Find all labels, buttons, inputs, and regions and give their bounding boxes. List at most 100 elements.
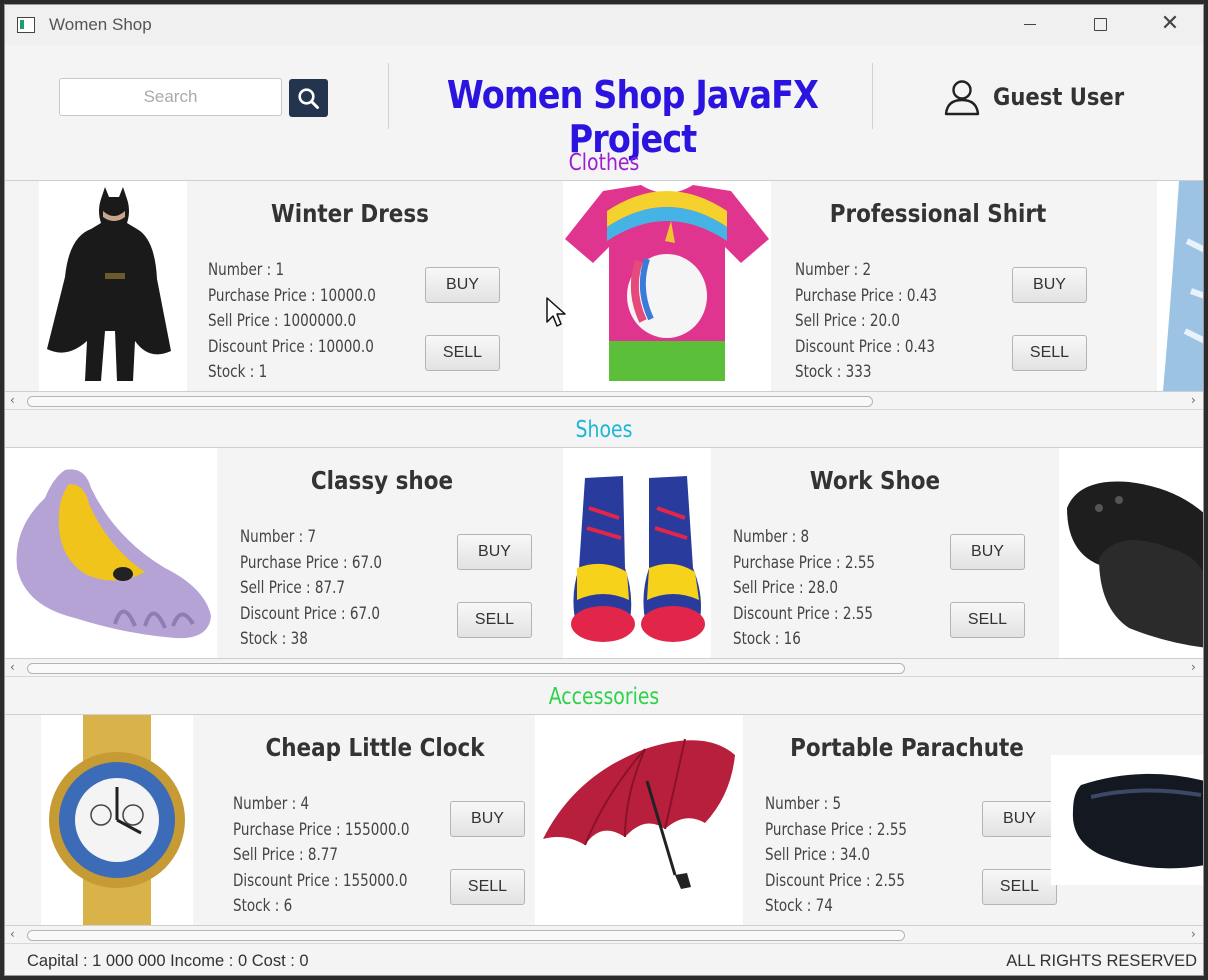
section-title-clothes: Clothes bbox=[568, 150, 640, 176]
product-name: Cheap Little Clock bbox=[265, 733, 485, 762]
close-icon: ✕ bbox=[1160, 11, 1180, 36]
product-stock: Stock : 1 bbox=[208, 362, 268, 381]
sell-button[interactable]: SELL bbox=[450, 869, 525, 905]
scroll-left-icon[interactable]: ‹ bbox=[10, 927, 15, 941]
product-sell-price: Sell Price : 34.0 bbox=[765, 845, 871, 864]
header-divider-left bbox=[388, 63, 389, 129]
product-discount-price: Discount Price : 2.55 bbox=[765, 870, 906, 890]
clothes-strip[interactable]: Winter Dress Number : 1 Purchase Price :… bbox=[5, 180, 1203, 392]
product-sell-price: Sell Price : 1000000.0 bbox=[208, 311, 357, 330]
product-sell-price: Sell Price : 20.0 bbox=[795, 311, 901, 330]
product-details: Number : 7 Purchase Price : 67.0 Sell Pr… bbox=[240, 524, 382, 652]
minimize-button[interactable] bbox=[995, 5, 1065, 45]
sell-button[interactable]: SELL bbox=[982, 869, 1057, 905]
product-image-goggles bbox=[1051, 755, 1203, 885]
product-details: Number : 8 Purchase Price : 2.55 Sell Pr… bbox=[733, 524, 875, 652]
cursor-icon bbox=[546, 297, 566, 327]
copyright-text: ALL RIGHTS RESERVED bbox=[1006, 952, 1197, 970]
scroll-left-icon[interactable]: ‹ bbox=[10, 660, 15, 674]
finance-status: Capital : 1 000 000 Income : 0 Cost : 0 bbox=[27, 952, 309, 970]
sell-button[interactable]: SELL bbox=[1012, 335, 1087, 371]
product-discount-price: Discount Price : 155000.0 bbox=[233, 870, 408, 890]
scroll-right-icon[interactable]: › bbox=[1191, 393, 1196, 407]
minimize-icon bbox=[1024, 23, 1036, 25]
scroll-thumb[interactable] bbox=[27, 930, 905, 941]
shoes-strip[interactable]: Classy shoe Number : 7 Purchase Price : … bbox=[5, 447, 1203, 659]
product-name: Professional Shirt bbox=[829, 199, 1047, 228]
scroll-left-icon[interactable]: ‹ bbox=[10, 393, 15, 407]
product-number: Number : 8 bbox=[733, 527, 810, 546]
product-purchase-price: Purchase Price : 67.0 bbox=[240, 552, 383, 572]
product-purchase-price: Purchase Price : 10000.0 bbox=[208, 285, 376, 305]
scroll-thumb[interactable] bbox=[27, 663, 905, 674]
scroll-right-icon[interactable]: › bbox=[1191, 660, 1196, 674]
product-stock: Stock : 16 bbox=[733, 629, 801, 648]
maximize-icon bbox=[1093, 17, 1107, 31]
accessories-scrollbar[interactable]: ‹ › bbox=[5, 926, 1203, 944]
buy-button[interactable]: BUY bbox=[982, 801, 1057, 837]
maximize-button[interactable] bbox=[1065, 5, 1135, 45]
search-input[interactable] bbox=[59, 78, 282, 116]
section-title-shoes: Shoes bbox=[575, 417, 633, 443]
product-image-professional-shirt bbox=[563, 181, 771, 391]
search-icon bbox=[298, 88, 319, 109]
buy-button[interactable]: BUY bbox=[457, 534, 532, 570]
search-button[interactable] bbox=[289, 79, 328, 117]
product-number: Number : 2 bbox=[795, 260, 872, 279]
product-image-winter-dress bbox=[39, 181, 187, 391]
product-discount-price: Discount Price : 67.0 bbox=[240, 603, 381, 623]
product-stock: Stock : 38 bbox=[240, 629, 308, 648]
header-divider-right bbox=[872, 63, 873, 129]
user-icon bbox=[944, 80, 980, 116]
product-image-umbrella bbox=[535, 715, 743, 925]
product-sell-price: Sell Price : 87.7 bbox=[240, 578, 346, 597]
product-number: Number : 7 bbox=[240, 527, 317, 546]
product-image-classy-shoe bbox=[5, 448, 217, 658]
product-name: Portable Parachute bbox=[790, 733, 1024, 762]
close-button[interactable]: ✕ bbox=[1135, 5, 1203, 45]
product-name: Work Shoe bbox=[809, 466, 941, 495]
app-icon bbox=[17, 17, 35, 33]
scroll-right-icon[interactable]: › bbox=[1191, 927, 1196, 941]
product-sell-price: Sell Price : 8.77 bbox=[233, 845, 339, 864]
product-purchase-price: Purchase Price : 2.55 bbox=[733, 552, 876, 572]
user-name: Guest User bbox=[993, 83, 1125, 111]
buy-button[interactable]: BUY bbox=[425, 267, 500, 303]
sell-button[interactable]: SELL bbox=[457, 602, 532, 638]
product-stock: Stock : 333 bbox=[795, 362, 872, 381]
buy-button[interactable]: BUY bbox=[450, 801, 525, 837]
accessories-strip[interactable]: Cheap Little Clock Number : 4 Purchase P… bbox=[5, 714, 1203, 926]
scroll-thumb[interactable] bbox=[27, 396, 873, 407]
product-discount-price: Discount Price : 10000.0 bbox=[208, 336, 374, 356]
buy-button[interactable]: BUY bbox=[1012, 267, 1087, 303]
product-discount-price: Discount Price : 0.43 bbox=[795, 336, 936, 356]
sell-button[interactable]: SELL bbox=[950, 602, 1025, 638]
product-details: Number : 1 Purchase Price : 10000.0 Sell… bbox=[208, 257, 376, 385]
product-image-jeans bbox=[1157, 181, 1203, 391]
product-name: Classy shoe bbox=[310, 466, 454, 495]
product-image-clogs bbox=[1059, 448, 1203, 658]
buy-button[interactable]: BUY bbox=[950, 534, 1025, 570]
clothes-scrollbar[interactable]: ‹ › bbox=[5, 392, 1203, 410]
product-purchase-price: Purchase Price : 2.55 bbox=[765, 819, 908, 839]
product-name: Winter Dress bbox=[271, 199, 429, 228]
product-number: Number : 1 bbox=[208, 260, 285, 279]
sell-button[interactable]: SELL bbox=[425, 335, 500, 371]
product-number: Number : 4 bbox=[233, 794, 310, 813]
product-details: Number : 5 Purchase Price : 2.55 Sell Pr… bbox=[765, 791, 907, 919]
product-purchase-price: Purchase Price : 155000.0 bbox=[233, 819, 410, 839]
product-stock: Stock : 6 bbox=[233, 896, 293, 915]
shoes-scrollbar[interactable]: ‹ › bbox=[5, 659, 1203, 677]
product-discount-price: Discount Price : 2.55 bbox=[733, 603, 874, 623]
window-title: Women Shop bbox=[49, 15, 152, 34]
product-stock: Stock : 74 bbox=[765, 896, 833, 915]
page-title: Women Shop JavaFX Project bbox=[446, 73, 819, 161]
app-window: Women Shop ✕ Women Shop JavaFX Project G… bbox=[4, 4, 1204, 976]
product-image-work-shoe bbox=[563, 448, 711, 658]
section-title-accessories: Accessories bbox=[548, 684, 660, 710]
title-bar: Women Shop ✕ bbox=[5, 5, 1203, 45]
product-sell-price: Sell Price : 28.0 bbox=[733, 578, 839, 597]
product-purchase-price: Purchase Price : 0.43 bbox=[795, 285, 938, 305]
product-details: Number : 2 Purchase Price : 0.43 Sell Pr… bbox=[795, 257, 937, 385]
product-image-clock bbox=[41, 715, 193, 925]
